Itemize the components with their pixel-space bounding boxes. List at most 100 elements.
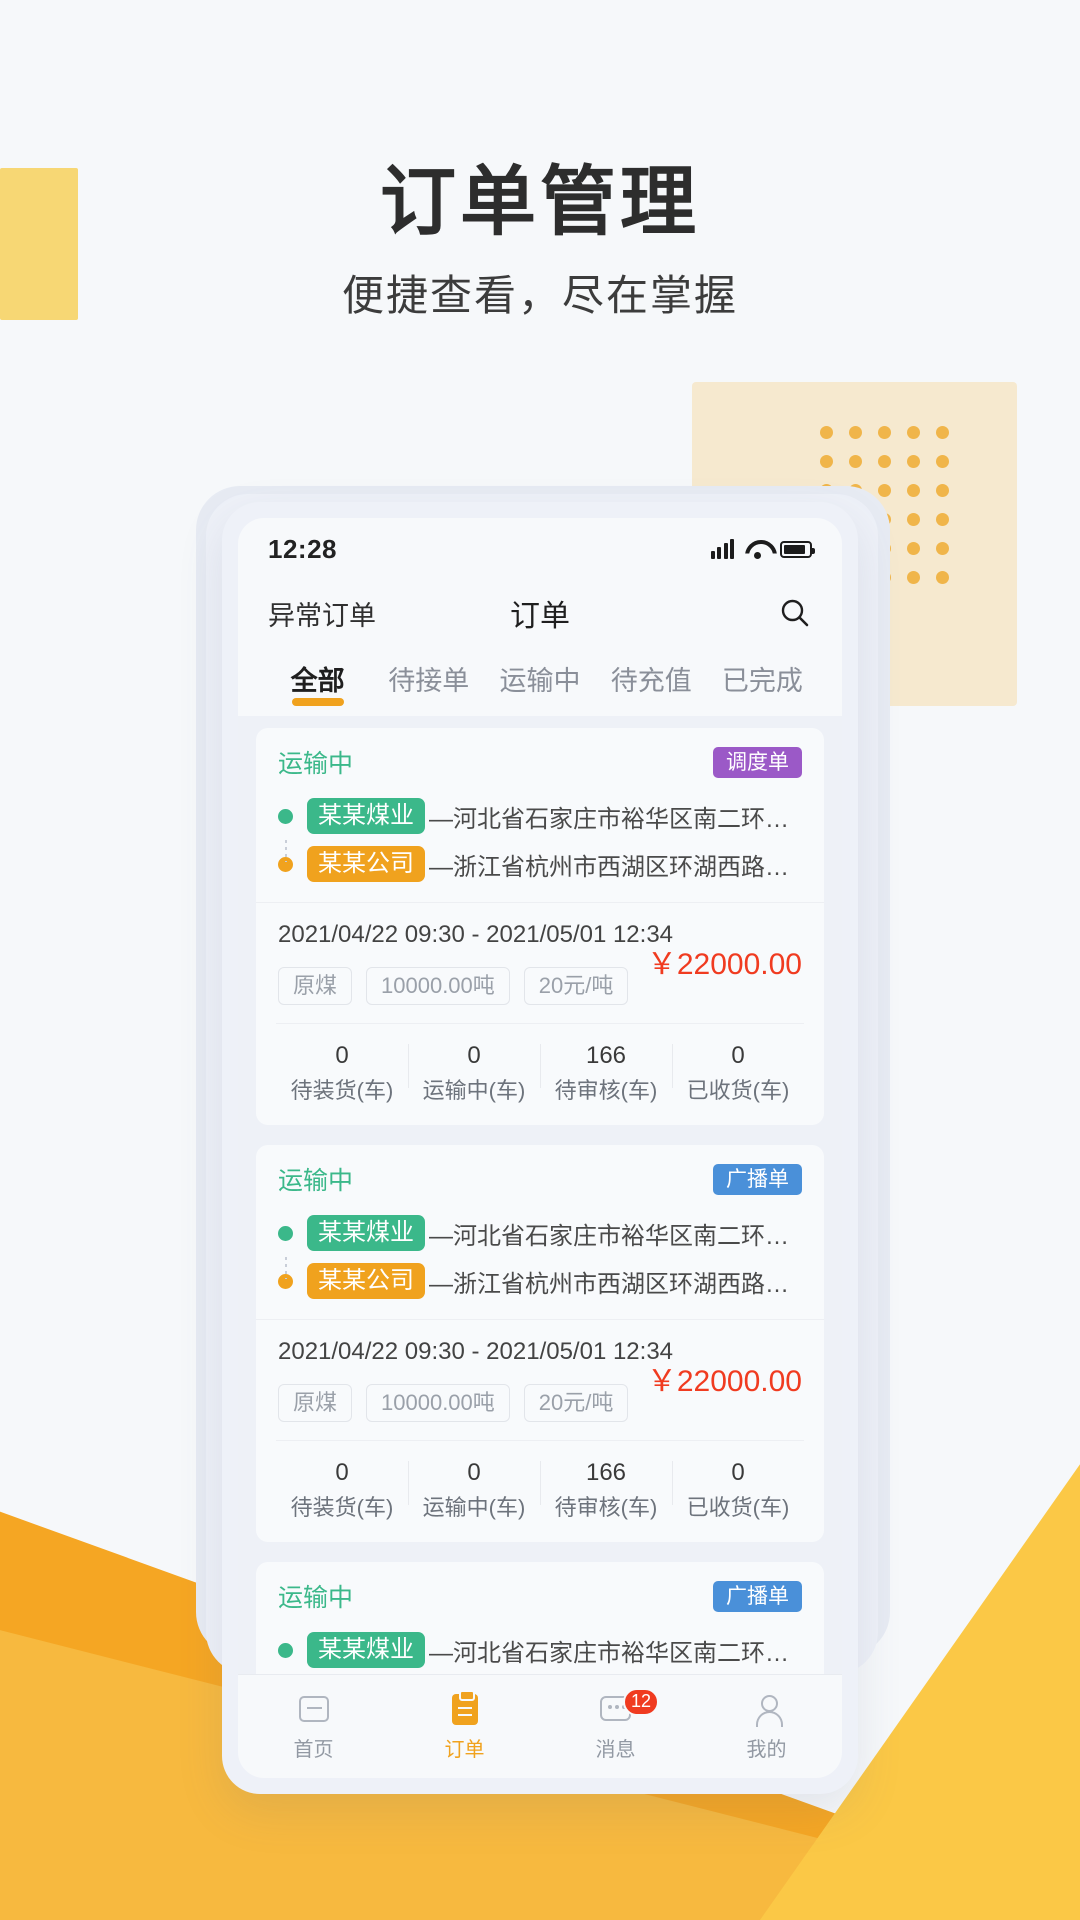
chip-quantity: 10000.00吨 — [366, 1384, 510, 1422]
stat-value: 0 — [467, 1042, 481, 1069]
order-meta: 2021/04/22 09:30 - 2021/05/01 12:34 ￥220… — [256, 903, 824, 1005]
tab-pending-accept[interactable]: 待接单 — [373, 646, 484, 716]
order-price: ￥22000.00 — [646, 948, 802, 981]
chip-goods-type: 原煤 — [278, 1384, 353, 1422]
destination-address: —浙江省杭州市西湖区环湖西路59米路... — [429, 1270, 802, 1298]
nav-abnormal-orders-link[interactable]: 异常订单 — [268, 594, 376, 633]
order-card-header: 运输中 广播单 — [256, 1562, 824, 1618]
stat-pending-load: 0 待装货(车) — [276, 1038, 408, 1107]
stat-label: 待装货(车) — [290, 1078, 394, 1103]
wifi-icon — [745, 540, 769, 559]
route-origin-row: 某某煤业 —河北省石家庄市裕华区南二环路南焦... — [278, 792, 802, 840]
stat-pending-review: 166 待审核(车) — [540, 1455, 672, 1524]
order-card[interactable]: 运输中 调度单 某某煤业 —河北省石家庄市裕华区南二环路南焦... 某某公司 — [256, 728, 824, 1125]
chip-quantity: 10000.00吨 — [366, 967, 510, 1005]
order-card-header: 运输中 广播单 — [256, 1145, 824, 1201]
stat-received: 0 已收货(车) — [672, 1455, 804, 1524]
page-subtitle: 便捷查看，尽在掌握 — [341, 272, 738, 319]
order-status-label: 运输中 — [278, 1167, 354, 1195]
tabbar-item-orders[interactable]: 订单 — [389, 1689, 540, 1762]
promo-page: 订单管理 便捷查看，尽在掌握 12:28 异常订单 订单 全部 待接单 运输中 … — [0, 0, 1080, 1920]
stat-value: 0 — [731, 1459, 745, 1486]
stat-value: 166 — [585, 1459, 627, 1486]
message-badge-count: 12 — [622, 1687, 659, 1716]
tabbar-item-messages[interactable]: 12 消息 — [540, 1687, 691, 1762]
origin-company-badge: 某某煤业 — [307, 798, 425, 834]
nav-bar: 异常订单 订单 — [238, 580, 842, 646]
stat-label: 运输中(车) — [422, 1078, 526, 1103]
route-destination-row: 某某公司 —浙江省杭州市西湖区环湖西路59米路... — [278, 1257, 802, 1305]
origin-address: —河北省石家庄市裕华区南二环路南焦... — [429, 1639, 802, 1667]
order-route: 某某煤业 —河北省石家庄市裕华区南二环路南焦... 某某公司 —浙江省杭州市西湖… — [256, 784, 824, 902]
stat-value: 0 — [335, 1042, 349, 1069]
tab-pending-recharge[interactable]: 待充值 — [596, 646, 707, 716]
tabbar-item-profile[interactable]: 我的 — [691, 1692, 842, 1762]
order-list[interactable]: 运输中 调度单 某某煤业 —河北省石家庄市裕华区南二环路南焦... 某某公司 — [238, 716, 842, 1726]
order-stats: 0 待装货(车) 0 运输中(车) 166 待审核(车) 0 已收货(车) — [276, 1023, 804, 1119]
destination-company-badge: 某某公司 — [307, 1263, 425, 1299]
home-icon — [297, 1692, 331, 1726]
bottom-tab-bar[interactable]: 首页 订单 12 消息 我的 — [238, 1674, 842, 1778]
stat-label: 已收货(车) — [686, 1078, 790, 1103]
route-destination-row: 某某公司 —浙江省杭州市西湖区环湖西路59米路... — [278, 840, 802, 888]
order-card[interactable]: 运输中 广播单 某某煤业 —河北省石家庄市裕华区南二环路南焦... 某某公司 — [256, 1145, 824, 1542]
order-filter-tabs[interactable]: 全部 待接单 运输中 待充值 已完成 — [238, 646, 842, 716]
chip-goods-type: 原煤 — [278, 967, 353, 1005]
route-connector-line — [284, 840, 287, 862]
tab-in-transit[interactable]: 运输中 — [484, 646, 595, 716]
order-type-badge: 广播单 — [713, 1580, 802, 1612]
order-type-badge: 广播单 — [713, 1163, 802, 1195]
destination-company-badge: 某某公司 — [307, 846, 425, 882]
battery-icon — [780, 540, 815, 558]
stat-label: 待审核(车) — [554, 1495, 658, 1520]
stat-value: 0 — [335, 1459, 349, 1486]
order-card-header: 运输中 调度单 — [256, 728, 824, 784]
tabbar-label: 订单 — [444, 1738, 485, 1761]
status-time: 12:28 — [268, 533, 337, 564]
origin-company-badge: 某某煤业 — [307, 1215, 425, 1251]
stat-pending-load: 0 待装货(车) — [276, 1455, 408, 1524]
chip-unit-price: 20元/吨 — [523, 1384, 629, 1422]
order-price: ￥22000.00 — [646, 1365, 802, 1398]
tabbar-label: 我的 — [746, 1738, 787, 1761]
stat-in-transit: 0 运输中(车) — [408, 1455, 540, 1524]
stat-in-transit: 0 运输中(车) — [408, 1038, 540, 1107]
page-title: 订单管理 — [380, 160, 700, 245]
status-icon-group — [710, 539, 815, 559]
chip-unit-price: 20元/吨 — [523, 967, 629, 1005]
order-icon — [448, 1689, 482, 1726]
tabbar-label: 首页 — [293, 1738, 334, 1761]
origin-dot-icon — [278, 808, 293, 824]
stat-label: 已收货(车) — [686, 1495, 790, 1520]
stat-label: 待审核(车) — [554, 1078, 658, 1103]
tabbar-item-home[interactable]: 首页 — [238, 1692, 389, 1762]
status-bar: 12:28 — [238, 518, 842, 580]
order-status-label: 运输中 — [278, 750, 354, 778]
tab-completed[interactable]: 已完成 — [707, 646, 818, 716]
order-stats: 0 待装货(车) 0 运输中(车) 166 待审核(车) 0 已收货(车) — [276, 1440, 804, 1536]
order-meta: 2021/04/22 09:30 - 2021/05/01 12:34 ￥220… — [256, 1320, 824, 1422]
phone-screen: 12:28 异常订单 订单 全部 待接单 运输中 待充值 已完成 运输中 调度单… — [238, 518, 842, 1778]
stat-value: 166 — [585, 1042, 627, 1069]
route-connector-line — [284, 1257, 287, 1279]
stat-received: 0 已收货(车) — [672, 1038, 804, 1107]
stat-label: 运输中(车) — [422, 1495, 526, 1520]
origin-company-badge: 某某煤业 — [307, 1632, 425, 1668]
stat-pending-review: 166 待审核(车) — [540, 1038, 672, 1107]
phone-mockup: 12:28 异常订单 订单 全部 待接单 运输中 待充值 已完成 运输中 调度单… — [222, 502, 858, 1794]
stat-label: 待装货(车) — [290, 1495, 394, 1520]
route-origin-row: 某某煤业 —河北省石家庄市裕华区南二环路南焦... — [278, 1209, 802, 1257]
origin-address: —河北省石家庄市裕华区南二环路南焦... — [429, 805, 802, 833]
destination-address: —浙江省杭州市西湖区环湖西路59米路... — [429, 853, 802, 881]
signal-bars-icon — [710, 539, 734, 559]
tabbar-label: 消息 — [595, 1738, 636, 1761]
order-route: 某某煤业 —河北省石家庄市裕华区南二环路南焦... 某某公司 —浙江省杭州市西湖… — [256, 1201, 824, 1319]
search-icon[interactable] — [778, 596, 812, 630]
tab-all[interactable]: 全部 — [262, 646, 373, 716]
route-origin-row: 某某煤业 —河北省石家庄市裕华区南二环路南焦... — [278, 1626, 802, 1674]
stat-value: 0 — [731, 1042, 745, 1069]
stat-value: 0 — [467, 1459, 481, 1486]
user-icon — [750, 1692, 784, 1727]
order-status-label: 运输中 — [278, 1584, 354, 1612]
origin-dot-icon — [278, 1225, 293, 1241]
